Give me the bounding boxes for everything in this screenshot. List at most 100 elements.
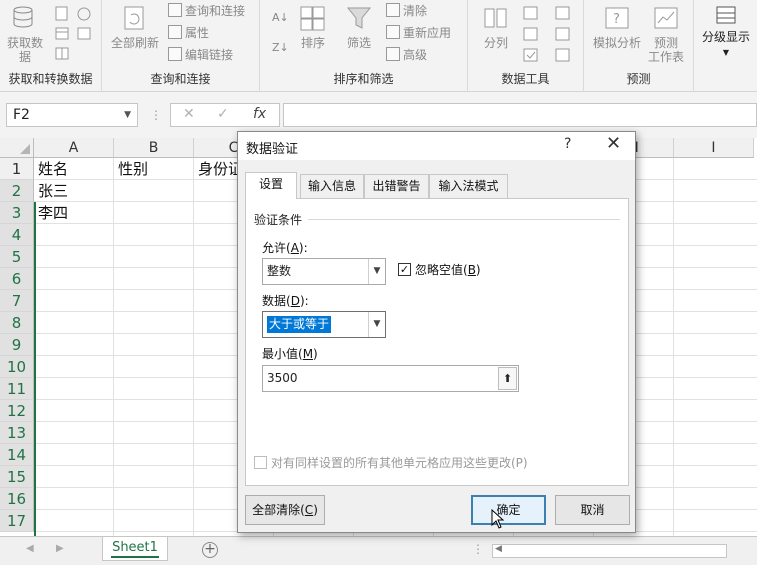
refresh-icon	[124, 6, 144, 30]
edit-links-label: 编辑链接	[185, 48, 234, 62]
formula-bar-grip[interactable]: ⋮	[150, 108, 162, 122]
text-to-columns-label: 分列	[483, 36, 508, 50]
allow-dropdown[interactable]: 整数 ▼	[262, 258, 386, 285]
select-all-button[interactable]	[0, 138, 34, 158]
group-outline: 分级显示 ▼	[694, 0, 757, 92]
sort-za-icon[interactable]: Z↓	[270, 36, 290, 56]
tab-error-alert[interactable]: 出错警告	[364, 174, 429, 198]
column-header-b[interactable]: B	[114, 138, 194, 158]
cell-c1[interactable]: 身份证	[194, 158, 243, 180]
cell-b1[interactable]: 性别	[114, 158, 148, 180]
row-header-8[interactable]: 8	[0, 312, 34, 334]
data-model-icon[interactable]	[554, 46, 572, 64]
cancel-button[interactable]: 取消	[555, 495, 630, 525]
advanced-filter-icon	[386, 47, 400, 61]
apply-all-checkbox[interactable]	[254, 456, 267, 469]
row-header-7[interactable]: 7	[0, 290, 34, 312]
sort-button[interactable]: 排序	[296, 4, 330, 50]
data-validation-icon[interactable]	[522, 46, 540, 64]
text-to-columns-button[interactable]: 分列	[476, 4, 516, 50]
row-header-15[interactable]: 15	[0, 466, 34, 488]
row-header-17[interactable]: 17	[0, 510, 34, 532]
forecast-sheet-button[interactable]: 预测 工作表	[646, 4, 686, 64]
row-header-16[interactable]: 16	[0, 488, 34, 510]
cell-a2[interactable]: 张三	[34, 180, 68, 202]
row-header-1[interactable]: 1	[0, 158, 34, 180]
row-header-14[interactable]: 14	[0, 444, 34, 466]
data-dropdown[interactable]: 大于或等于 ▼	[262, 311, 386, 338]
tab-ime-mode[interactable]: 输入法模式	[429, 174, 508, 198]
existing-connections-icon[interactable]	[54, 46, 70, 62]
horizontal-scrollbar[interactable]: ◀	[492, 544, 727, 558]
name-box[interactable]: F2 ▼	[6, 103, 138, 127]
ignore-blank-label[interactable]: 忽略空值(B)	[415, 261, 481, 278]
remove-duplicates-icon[interactable]	[522, 25, 540, 43]
flash-fill-icon[interactable]	[522, 4, 540, 22]
column-header-a[interactable]: A	[34, 138, 114, 158]
cancel-formula-icon[interactable]: ✕	[183, 106, 195, 122]
dialog-titlebar[interactable]: 数据验证 ? ✕	[238, 132, 635, 160]
cell-a1[interactable]: 姓名	[34, 158, 68, 180]
row-header-11[interactable]: 11	[0, 378, 34, 400]
queries-connections-button[interactable]: 查询和连接	[168, 2, 245, 20]
row-header-10[interactable]: 10	[0, 356, 34, 378]
properties-button[interactable]: 属性	[168, 24, 209, 42]
row-header-4[interactable]: 4	[0, 224, 34, 246]
text-to-columns-icon	[484, 8, 507, 28]
refresh-all-button[interactable]: 全部刷新	[110, 4, 160, 50]
recent-sources-icon[interactable]	[76, 26, 92, 42]
outline-button[interactable]: 分级显示 ▼	[698, 4, 754, 60]
ignore-blank-checkbox[interactable]: ✓	[398, 263, 411, 276]
from-table-icon[interactable]	[54, 26, 70, 42]
ok-button[interactable]: 确定	[471, 495, 546, 525]
enter-formula-icon[interactable]: ✓	[217, 106, 229, 122]
allow-chevron-down-icon[interactable]: ▼	[368, 259, 385, 284]
help-icon[interactable]: ?	[564, 136, 571, 152]
name-box-value: F2	[13, 107, 30, 123]
what-if-button[interactable]: ? 模拟分析	[592, 4, 642, 50]
advanced-filter-button[interactable]: 高级	[386, 46, 427, 64]
row-header-2[interactable]: 2	[0, 180, 34, 202]
add-sheet-icon[interactable]: +	[202, 542, 218, 558]
get-data-button[interactable]: 获取数 据	[6, 4, 44, 64]
from-text-icon[interactable]	[54, 6, 70, 22]
next-sheet-icon[interactable]: ▶	[56, 543, 64, 554]
tab-error-alert-label: 出错警告	[372, 179, 421, 193]
row-header-5[interactable]: 5	[0, 246, 34, 268]
forecast-chart-icon	[654, 7, 678, 29]
clear-all-button[interactable]: 全部清除(C)	[245, 495, 325, 525]
sort-az-icon[interactable]: A↓	[270, 6, 290, 26]
row-header-9[interactable]: 9	[0, 334, 34, 356]
get-data-label-2: 据	[18, 50, 31, 64]
clear-filter-button[interactable]: 清除	[386, 2, 427, 20]
row-header-13[interactable]: 13	[0, 422, 34, 444]
sort-icon	[300, 6, 325, 31]
data-chevron-down-icon[interactable]: ▼	[368, 312, 385, 337]
tab-settings[interactable]: 设置	[245, 172, 297, 199]
row-header-12[interactable]: 12	[0, 400, 34, 422]
prev-sheet-icon[interactable]: ◀	[26, 543, 34, 554]
row-header-3[interactable]: 3	[0, 202, 34, 224]
row-header-6[interactable]: 6	[0, 268, 34, 290]
tab-split-grip[interactable]: ⋮	[472, 542, 484, 556]
name-box-dropdown-icon[interactable]: ▼	[124, 104, 131, 126]
sheet-tab-sheet1[interactable]: Sheet1	[102, 537, 168, 561]
filter-button[interactable]: 筛选	[342, 4, 376, 50]
close-icon[interactable]: ✕	[606, 133, 621, 154]
reapply-button[interactable]: 重新应用	[386, 24, 451, 42]
group-forecast: ? 模拟分析 预测 工作表 预测	[584, 0, 694, 92]
insert-function-icon[interactable]: fx	[253, 106, 266, 122]
minimum-input[interactable]: 3500 ⬆	[262, 365, 519, 392]
column-header-i[interactable]: I	[674, 138, 754, 158]
edit-links-button[interactable]: 编辑链接	[168, 46, 233, 64]
from-web-icon[interactable]	[76, 6, 92, 22]
tab-input-message-label: 输入信息	[307, 179, 356, 193]
consolidate-icon[interactable]	[554, 4, 572, 22]
settings-panel: 验证条件 允许(A): 整数 ▼ ✓ 忽略空值(B) 数据(D): 大于或等于 …	[245, 198, 629, 486]
relationships-icon[interactable]	[554, 25, 572, 43]
tab-input-message[interactable]: 输入信息	[300, 174, 364, 198]
formula-input[interactable]	[283, 103, 757, 127]
group-label-data-tools: 数据工具	[501, 72, 550, 86]
scroll-left-icon[interactable]: ◀	[495, 544, 502, 554]
collapse-range-icon[interactable]: ⬆	[498, 367, 517, 390]
